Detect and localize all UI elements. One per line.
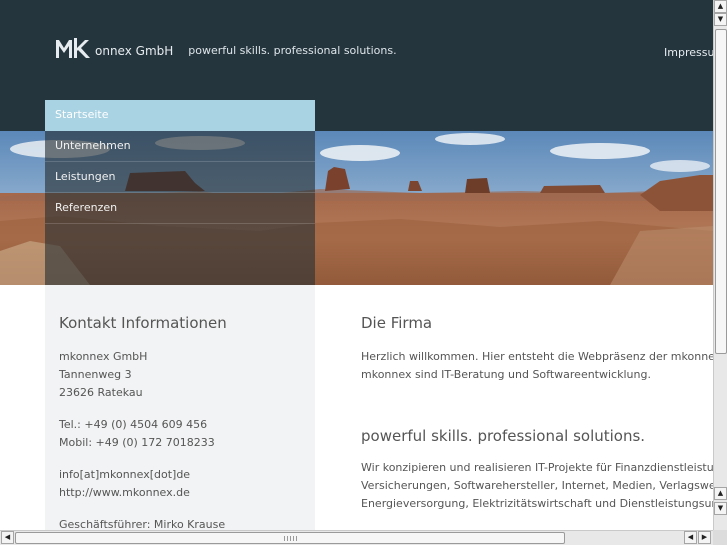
contact-company: mkonnex GmbH xyxy=(59,350,148,363)
vertical-scrollbar[interactable]: ▲ ▼ ▲ ▼ xyxy=(713,0,727,530)
vertical-scroll-thumb[interactable] xyxy=(715,29,727,354)
main-content: Die Firma Herzlich willkommen. Hier ents… xyxy=(361,285,713,530)
contact-sidebar: Kontakt Informationen mkonnex GmbH Tanne… xyxy=(45,285,315,531)
nav-item-referenzen[interactable]: Referenzen xyxy=(45,193,315,224)
body-line: Energieversorgung, Elektrizitätswirtscha… xyxy=(361,497,713,510)
logo-company-name: onnex GmbH xyxy=(95,44,174,58)
intro-paragraph: Herzlich willkommen. Hier entsteht die W… xyxy=(361,348,713,384)
mkonnex-logo-mark xyxy=(56,38,94,58)
arrow-right-icon[interactable]: ▶ xyxy=(698,531,711,544)
horizontal-scrollbar[interactable]: ◀ ◀ ▶ xyxy=(0,530,713,545)
contact-city: 23626 Ratekau xyxy=(59,386,143,399)
main-navigation: Startseite Unternehmen Leistungen Refere… xyxy=(45,100,315,285)
section-subheading: powerful skills. professional solutions. xyxy=(361,427,646,445)
arrow-up-icon[interactable]: ▲ xyxy=(714,0,727,13)
nav-item-unternehmen[interactable]: Unternehmen xyxy=(45,131,315,162)
arrow-down-icon[interactable]: ▼ xyxy=(714,502,727,515)
header-tagline: powerful skills. professional solutions. xyxy=(188,44,397,57)
intro-line: mkonnex sind IT-Beratung und Softwareent… xyxy=(361,368,651,381)
nav-item-leistungen[interactable]: Leistungen xyxy=(45,162,315,193)
arrow-down-icon[interactable]: ▼ xyxy=(714,13,727,26)
intro-line: Herzlich willkommen. Hier entsteht die W… xyxy=(361,350,713,363)
site-logo[interactable]: onnex GmbH powerful skills. professional… xyxy=(56,36,397,58)
contact-email: info[at]mkonnex[dot]de xyxy=(59,468,191,481)
contact-title: Kontakt Informationen xyxy=(59,314,227,332)
arrow-left-icon[interactable]: ◀ xyxy=(684,531,697,544)
contact-website: http://www.mkonnex.de xyxy=(59,486,190,499)
arrow-up-icon[interactable]: ▲ xyxy=(714,487,727,500)
nav-item-startseite[interactable]: Startseite xyxy=(45,100,315,131)
page-title: Die Firma xyxy=(361,314,433,332)
scrollbar-corner xyxy=(713,530,727,545)
contact-phone: Tel.: +49 (0) 4504 609 456 xyxy=(59,418,208,431)
grip-icon xyxy=(284,536,298,541)
contact-details: mkonnex GmbH Tannenweg 3 23626 Ratekau T… xyxy=(59,348,225,534)
body-paragraph: Wir konzipieren und realisieren IT-Proje… xyxy=(361,459,713,513)
contact-street: Tannenweg 3 xyxy=(59,368,132,381)
contact-mobile: Mobil: +49 (0) 172 7018233 xyxy=(59,436,215,449)
arrow-left-icon[interactable]: ◀ xyxy=(1,531,14,544)
body-line: Wir konzipieren und realisieren IT-Proje… xyxy=(361,461,713,474)
body-line: Versicherungen, Softwarehersteller, Inte… xyxy=(361,479,713,492)
horizontal-scroll-thumb[interactable] xyxy=(15,532,565,544)
